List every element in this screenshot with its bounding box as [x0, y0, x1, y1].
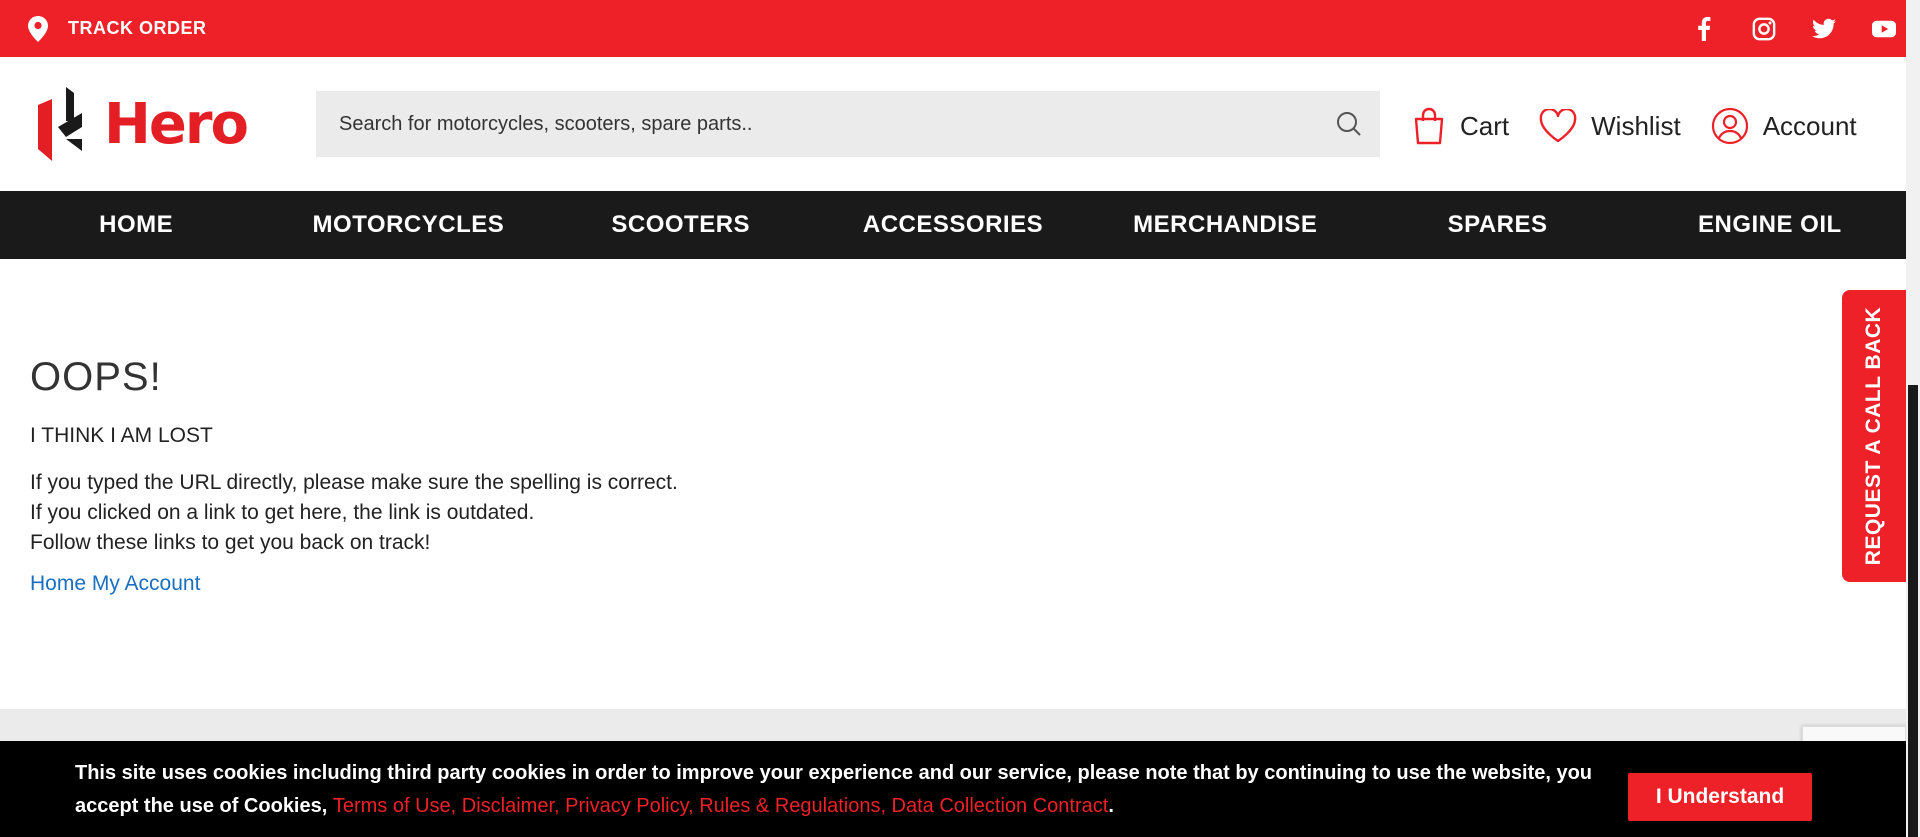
cart-label: Cart: [1460, 110, 1510, 141]
location-pin-icon: [28, 15, 48, 42]
search-bar: [316, 91, 1380, 157]
page-scrollbar[interactable]: [1906, 0, 1920, 837]
heart-icon: [1539, 109, 1577, 143]
user-icon: [1711, 107, 1748, 145]
shopping-bag-icon: [1414, 107, 1444, 145]
hero-logo-text: Hero: [104, 91, 249, 157]
hero-logo[interactable]: Hero: [36, 87, 249, 161]
error-line-1: If you typed the URL directly, please ma…: [30, 471, 678, 494]
nav-item-engine-oil[interactable]: ENGINE OIL: [1634, 191, 1906, 259]
accept-cookies-button[interactable]: I Understand: [1628, 773, 1812, 821]
search-icon[interactable]: [1336, 111, 1362, 142]
request-callback-tab[interactable]: REQUEST A CALL BACK: [1842, 290, 1906, 582]
track-order-label: TRACK ORDER: [68, 18, 207, 38]
wishlist-link[interactable]: Wishlist: [1539, 109, 1681, 143]
youtube-icon[interactable]: [1872, 17, 1896, 41]
error-subtitle: I THINK I AM LOST: [30, 424, 213, 447]
top-bar: TRACK ORDER: [0, 0, 1906, 57]
facebook-icon[interactable]: [1692, 16, 1716, 41]
cookie-banner: This site uses cookies including third p…: [0, 741, 1906, 837]
error-message: If you typed the URL directly, please ma…: [30, 468, 678, 558]
nav-item-spares[interactable]: SPARES: [1361, 191, 1633, 259]
twitter-icon[interactable]: [1812, 17, 1836, 41]
header-actions: Cart Wishlist Account: [1412, 107, 1887, 145]
instagram-icon[interactable]: [1752, 17, 1776, 41]
error-content: OOPS! I THINK I AM LOST If you typed the…: [30, 355, 678, 596]
nav-item-scooters[interactable]: SCOOTERS: [545, 191, 817, 259]
nav-item-accessories[interactable]: ACCESSORIES: [817, 191, 1089, 259]
account-link[interactable]: Account: [1711, 107, 1857, 145]
footer-strip: [0, 709, 1906, 741]
cookie-text-end: .: [1108, 795, 1114, 817]
nav-item-merchandise[interactable]: MERCHANDISE: [1089, 191, 1361, 259]
header: Hero Cart Wishlist Account: [0, 57, 1906, 191]
wishlist-label: Wishlist: [1591, 110, 1681, 141]
cookie-message: This site uses cookies including third p…: [75, 757, 1595, 823]
cart-link[interactable]: Cart: [1412, 107, 1509, 145]
my-account-link[interactable]: My Account: [92, 572, 201, 595]
track-order-link[interactable]: TRACK ORDER: [28, 15, 207, 42]
social-links: [1692, 0, 1896, 57]
main-nav: HOME MOTORCYCLES SCOOTERS ACCESSORIES ME…: [0, 191, 1906, 259]
home-link[interactable]: Home: [30, 572, 86, 595]
error-line-2: If you clicked on a link to get here, th…: [30, 501, 535, 524]
error-title: OOPS!: [30, 355, 162, 399]
hero-logo-icon: [38, 87, 82, 161]
search-input[interactable]: [316, 112, 1296, 136]
account-label: Account: [1762, 110, 1857, 141]
recovery-links: Home My Account: [30, 572, 678, 596]
error-line-3: Follow these links to get you back on tr…: [30, 531, 431, 554]
cookie-policy-links[interactable]: Terms of Use, Disclaimer, Privacy Policy…: [333, 795, 1108, 817]
request-callback-label: REQUEST A CALL BACK: [1862, 306, 1885, 566]
nav-item-home[interactable]: HOME: [0, 191, 272, 259]
scrollbar-thumb[interactable]: [1908, 385, 1918, 837]
page: TRACK ORDER Hero Search for motorcycles,…: [0, 0, 1920, 837]
nav-item-motorcycles[interactable]: MOTORCYCLES: [272, 191, 544, 259]
